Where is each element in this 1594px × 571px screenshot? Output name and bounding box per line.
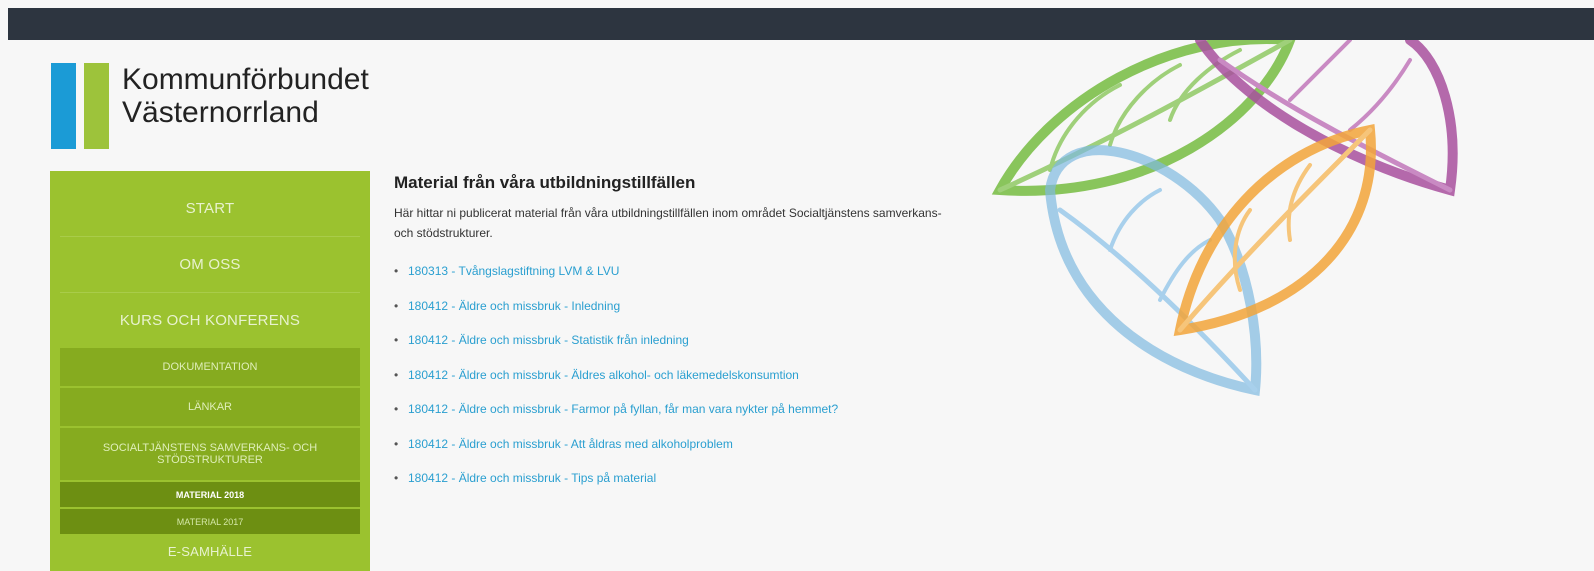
list-item: • 180412 - Äldre och missbruk - Tips på m… (394, 470, 954, 505)
logo-text: Kommunförbundet Västernorrland (122, 63, 422, 129)
page-title: Material från våra utbildningstillfällen (394, 173, 696, 192)
material-list: • 180313 - Tvångslagstiftning LVM & LVU •… (394, 263, 954, 505)
material-link[interactable]: 180412 - Äldre och missbruk - Tips på ma… (408, 470, 656, 486)
nav-subitem-lankar[interactable]: LÄNKAR (60, 388, 360, 428)
green-leaf-icon (991, 40, 1296, 196)
material-link[interactable]: 180412 - Äldre och missbruk - Äldres alk… (408, 367, 799, 383)
bullet-icon: • (394, 333, 399, 347)
nav-item-e-samhalle[interactable]: E-SAMHÄLLE (60, 536, 360, 566)
nav-subitem-dokumentation[interactable]: DOKUMENTATION (60, 348, 360, 388)
orange-leaf-icon (1173, 124, 1376, 337)
material-link[interactable]: 180412 - Äldre och missbruk - Farmor på … (408, 401, 838, 417)
sidebar-nav: START OM OSS KURS OCH KONFERENS DOKUMENT… (50, 171, 370, 571)
material-link[interactable]: 180412 - Äldre och missbruk - Inledning (408, 298, 620, 314)
logo-green-bar (84, 63, 109, 149)
material-link[interactable]: 180313 - Tvångslagstiftning LVM & LVU (408, 263, 619, 279)
list-item: • 180412 - Äldre och missbruk - Statistik… (394, 332, 954, 367)
logo-line-2: Västernorrland (122, 96, 319, 129)
main-content: Material från våra utbildningstillfällen… (394, 173, 954, 505)
bullet-icon: • (394, 367, 399, 382)
material-link[interactable]: 180412 - Äldre och missbruk - Statistik … (408, 332, 689, 348)
bullet-icon: • (394, 436, 399, 451)
list-item: • 180412 - Äldre och missbruk - Att åldra… (394, 436, 954, 471)
bullet-icon: • (394, 298, 399, 313)
logo-blue-bar (51, 63, 76, 149)
intro-text: Här hittar ni publicerat material från v… (394, 206, 942, 240)
nav-item-om-oss[interactable]: OM OSS (60, 237, 360, 293)
nav-subsubitem-material-2018[interactable]: MATERIAL 2018 (60, 482, 360, 509)
list-item: • 180412 - Äldre och missbruk - Inledning (394, 298, 954, 333)
list-item: • 180313 - Tvångslagstiftning LVM & LVU (394, 263, 954, 298)
top-bar (8, 8, 1594, 40)
nav-subitem-socialtjanstens[interactable]: SOCIALTJÄNSTENS SAMVERKANS- OCH STÖDSTRU… (60, 428, 360, 482)
bullet-icon: • (394, 402, 399, 416)
list-item: • 180412 - Äldre och missbruk - Äldres al… (394, 367, 954, 402)
decorative-leaves-graphic (991, 40, 1458, 397)
nav-item-start[interactable]: START (60, 181, 360, 237)
logo-line-1: Kommunförbundet (122, 63, 369, 96)
bullet-icon: • (394, 471, 399, 485)
nav-item-kurs-och-konferens[interactable]: KURS OCH KONFERENS (60, 293, 360, 348)
bullet-icon: • (394, 264, 399, 278)
nav-subsubitem-material-2017[interactable]: MATERIAL 2017 (60, 509, 360, 536)
list-item: • 180412 - Äldre och missbruk - Farmor på… (394, 401, 954, 436)
material-link[interactable]: 180412 - Äldre och missbruk - Att åldras… (408, 436, 733, 452)
